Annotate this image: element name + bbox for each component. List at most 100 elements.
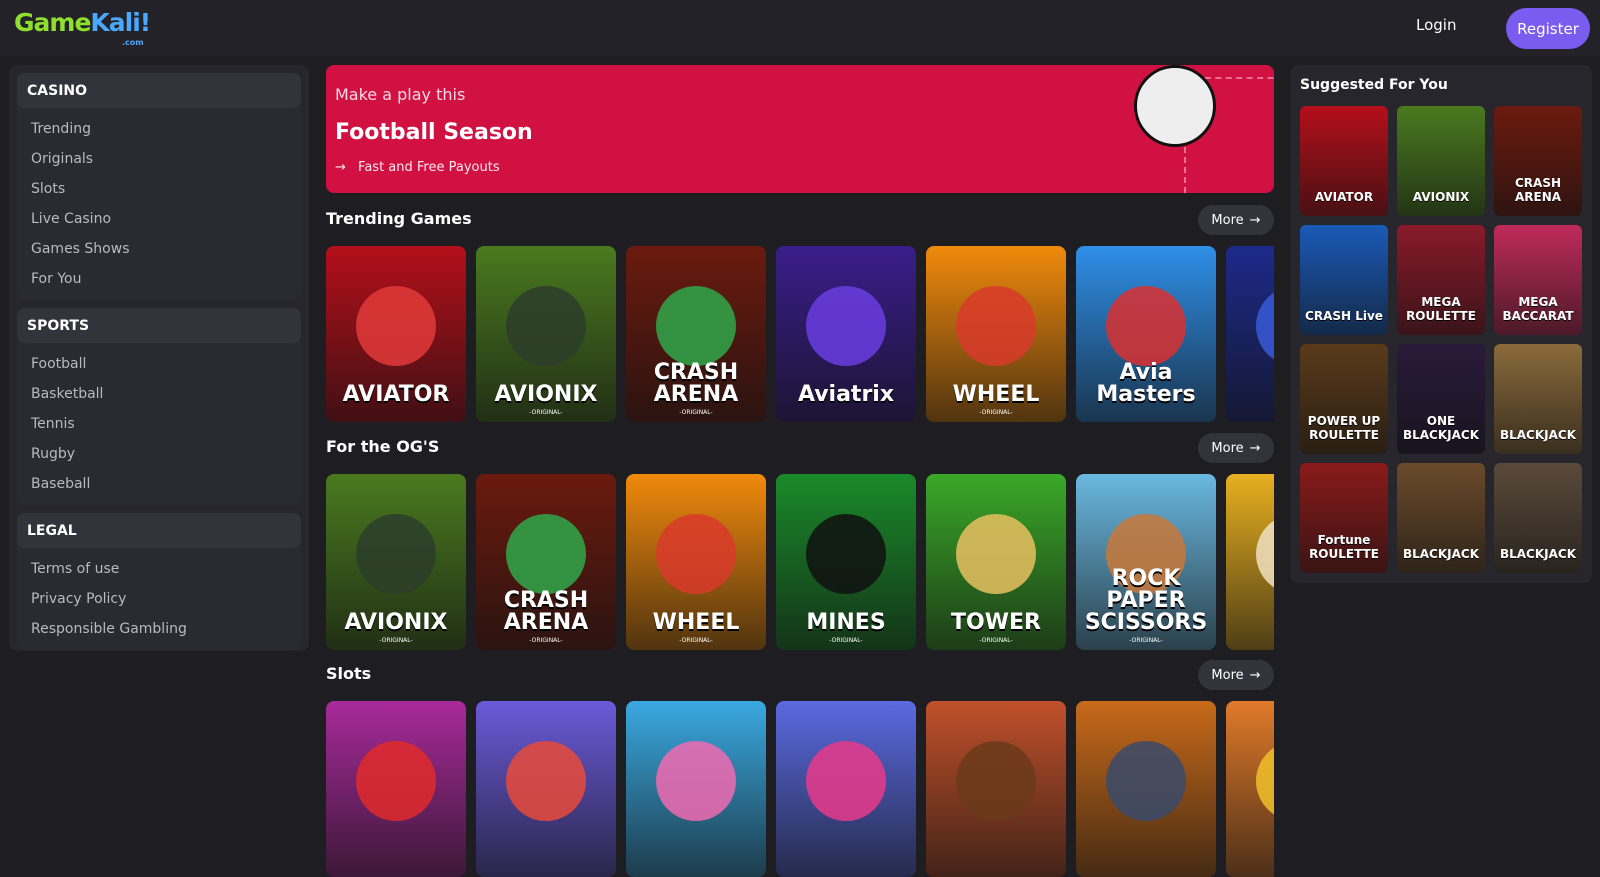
suggested-tile[interactable]: AVIATOR — [1300, 106, 1388, 216]
game-tile[interactable]: TOWER -ORIGINAL- — [926, 474, 1066, 650]
sidebar-item-slots[interactable]: Slots — [17, 174, 301, 204]
game-tile[interactable]: WHEEL -ORIGINAL- — [626, 474, 766, 650]
suggested-tile-name: MEGA ROULETTE — [1406, 295, 1476, 323]
banner-subtitle-text: Fast and Free Payouts — [358, 160, 500, 175]
suggested-tile[interactable]: ONE BLACKJACK — [1397, 344, 1485, 454]
more-button[interactable]: More → — [1198, 660, 1274, 690]
more-button[interactable]: More → — [1198, 433, 1274, 463]
game-tile[interactable] — [926, 701, 1066, 877]
sidebar-item-trending[interactable]: Trending — [17, 114, 301, 144]
sidebar-section-title[interactable]: CASINO — [17, 73, 301, 108]
suggested-tile-name: BLACKJACK — [1499, 428, 1577, 442]
row-title: Slots — [326, 664, 372, 683]
game-tile-tag: -ORIGINAL- — [979, 409, 1013, 416]
suggested-tile-name: BLACKJACK — [1499, 547, 1577, 561]
game-tile[interactable]: Aviatrix — [776, 246, 916, 422]
game-tiles-row: AVIATOR AVIONIX -ORIGINAL- CRASH ARENA -ORIG… — [326, 246, 1274, 422]
suggested-tile-name: AVIONIX — [1412, 190, 1470, 204]
suggested-tile-name: AVIATOR — [1314, 190, 1374, 204]
game-tile[interactable] — [626, 701, 766, 877]
game-tile[interactable]: JE — [1226, 246, 1274, 422]
sidebar-item-responsible-gambling[interactable]: Responsible Gambling — [17, 614, 301, 644]
game-art-icon — [506, 741, 586, 821]
game-tile-name: Aviatrix — [797, 382, 895, 407]
logo-kali-text: Kali! — [90, 8, 151, 37]
promo-banner[interactable]: Make a play this Football Season → Fast … — [326, 65, 1274, 193]
suggested-tile[interactable]: BLACKJACK — [1494, 463, 1582, 573]
game-tile-name: WHEEL — [952, 382, 1040, 407]
suggested-panel: Suggested For You AVIATOR AVIONIX CRASH AR… — [1290, 65, 1592, 583]
sidebar-item-privacy-policy[interactable]: Privacy Policy — [17, 584, 301, 614]
game-art-icon — [1256, 514, 1274, 594]
suggested-tile-name: CRASH ARENA — [1514, 176, 1562, 204]
site-logo[interactable]: GameKali! .com — [14, 8, 151, 47]
game-tile[interactable]: CL — [1226, 474, 1274, 650]
game-art-icon — [956, 741, 1036, 821]
sidebar-item-originals[interactable]: Originals — [17, 144, 301, 174]
sidebar-section-title[interactable]: LEGAL — [17, 513, 301, 548]
more-button[interactable]: More → — [1198, 205, 1274, 235]
sidebar-item-games-shows[interactable]: Games Shows — [17, 234, 301, 264]
sidebar-item-football[interactable]: Football — [17, 349, 301, 379]
game-tile-tag: -ORIGINAL- — [379, 637, 413, 644]
game-tile-name: CL — [1226, 612, 1274, 634]
sidebar-item-baseball[interactable]: Baseball — [17, 469, 301, 499]
game-tile[interactable]: MINES -ORIGINAL- — [776, 474, 916, 650]
suggested-tile[interactable]: MEGA ROULETTE — [1397, 225, 1485, 335]
suggested-tile-name: CRASH Live — [1305, 309, 1383, 323]
game-tile-tag: -ORIGINAL- — [979, 637, 1013, 644]
more-label: More — [1211, 212, 1244, 228]
game-tile[interactable]: WHEEL -ORIGINAL- — [926, 246, 1066, 422]
game-tile-tag: -ORIGINAL- — [829, 637, 863, 644]
game-art-icon — [1106, 741, 1186, 821]
game-tile[interactable]: CRASH ARENA -ORIGINAL- — [626, 246, 766, 422]
game-tile-name: WHEEL — [652, 610, 740, 635]
login-button[interactable]: Login — [1416, 16, 1456, 34]
sidebar-item-basketball[interactable]: Basketball — [17, 379, 301, 409]
game-tiles-row — [326, 701, 1274, 877]
sidebar-item-terms-of-use[interactable]: Terms of use — [17, 554, 301, 584]
sidebar: CASINO Trending Originals Slots Live Casino G… — [9, 65, 309, 651]
game-art-icon — [356, 741, 436, 821]
suggested-tile[interactable]: POWER UP ROULETTE — [1300, 344, 1388, 454]
arrow-right-icon: → — [335, 160, 346, 175]
suggested-tile[interactable]: CRASH ARENA — [1494, 106, 1582, 216]
game-tile[interactable] — [1076, 701, 1216, 877]
game-tile-name: Avia Masters — [1096, 360, 1196, 407]
suggested-tile[interactable]: BLACKJACK — [1397, 463, 1485, 573]
game-tile[interactable] — [326, 701, 466, 877]
top-header: GameKali! .com Login Register — [0, 0, 1600, 56]
sidebar-section-title[interactable]: SPORTS — [17, 308, 301, 343]
suggested-tile[interactable]: AVIONIX — [1397, 106, 1485, 216]
game-tile-name: ROCK PAPER SCISSORS — [1084, 566, 1208, 635]
game-art-icon — [806, 514, 886, 594]
sidebar-section-legal: LEGAL Terms of use Privacy Policy Responsib… — [17, 513, 301, 650]
suggested-tile[interactable]: CRASH Live — [1300, 225, 1388, 335]
game-tile[interactable] — [476, 701, 616, 877]
suggested-tile[interactable]: Fortune ROULETTE — [1300, 463, 1388, 573]
suggested-tile-name: Fortune ROULETTE — [1309, 533, 1379, 561]
game-row-header: Trending Games More → — [326, 205, 1274, 235]
game-art-icon — [656, 514, 736, 594]
game-tile[interactable]: AVIATOR — [326, 246, 466, 422]
game-art-icon — [806, 286, 886, 366]
game-tile[interactable] — [1226, 701, 1274, 877]
game-tile-tag: -ORIGINAL- — [529, 637, 563, 644]
game-tile-name: TOWER — [951, 610, 1041, 635]
game-tile[interactable]: AVIONIX -ORIGINAL- — [476, 246, 616, 422]
sidebar-item-rugby[interactable]: Rugby — [17, 439, 301, 469]
game-tile[interactable]: CRASH ARENA -ORIGINAL- — [476, 474, 616, 650]
game-tile[interactable]: AVIONIX -ORIGINAL- — [326, 474, 466, 650]
game-tile-tag: -ORIGINAL- — [679, 637, 713, 644]
game-art-icon — [356, 286, 436, 366]
game-tile-tag: -ORIGINAL- — [679, 409, 713, 416]
game-tile[interactable] — [776, 701, 916, 877]
sidebar-item-for-you[interactable]: For You — [17, 264, 301, 294]
suggested-tile[interactable]: BLACKJACK — [1494, 344, 1582, 454]
game-tile[interactable]: Avia Masters — [1076, 246, 1216, 422]
register-button[interactable]: Register — [1506, 8, 1590, 49]
sidebar-item-live-casino[interactable]: Live Casino — [17, 204, 301, 234]
sidebar-item-tennis[interactable]: Tennis — [17, 409, 301, 439]
suggested-tile[interactable]: MEGA BACCARAT — [1494, 225, 1582, 335]
game-tile[interactable]: ROCK PAPER SCISSORS -ORIGINAL- — [1076, 474, 1216, 650]
